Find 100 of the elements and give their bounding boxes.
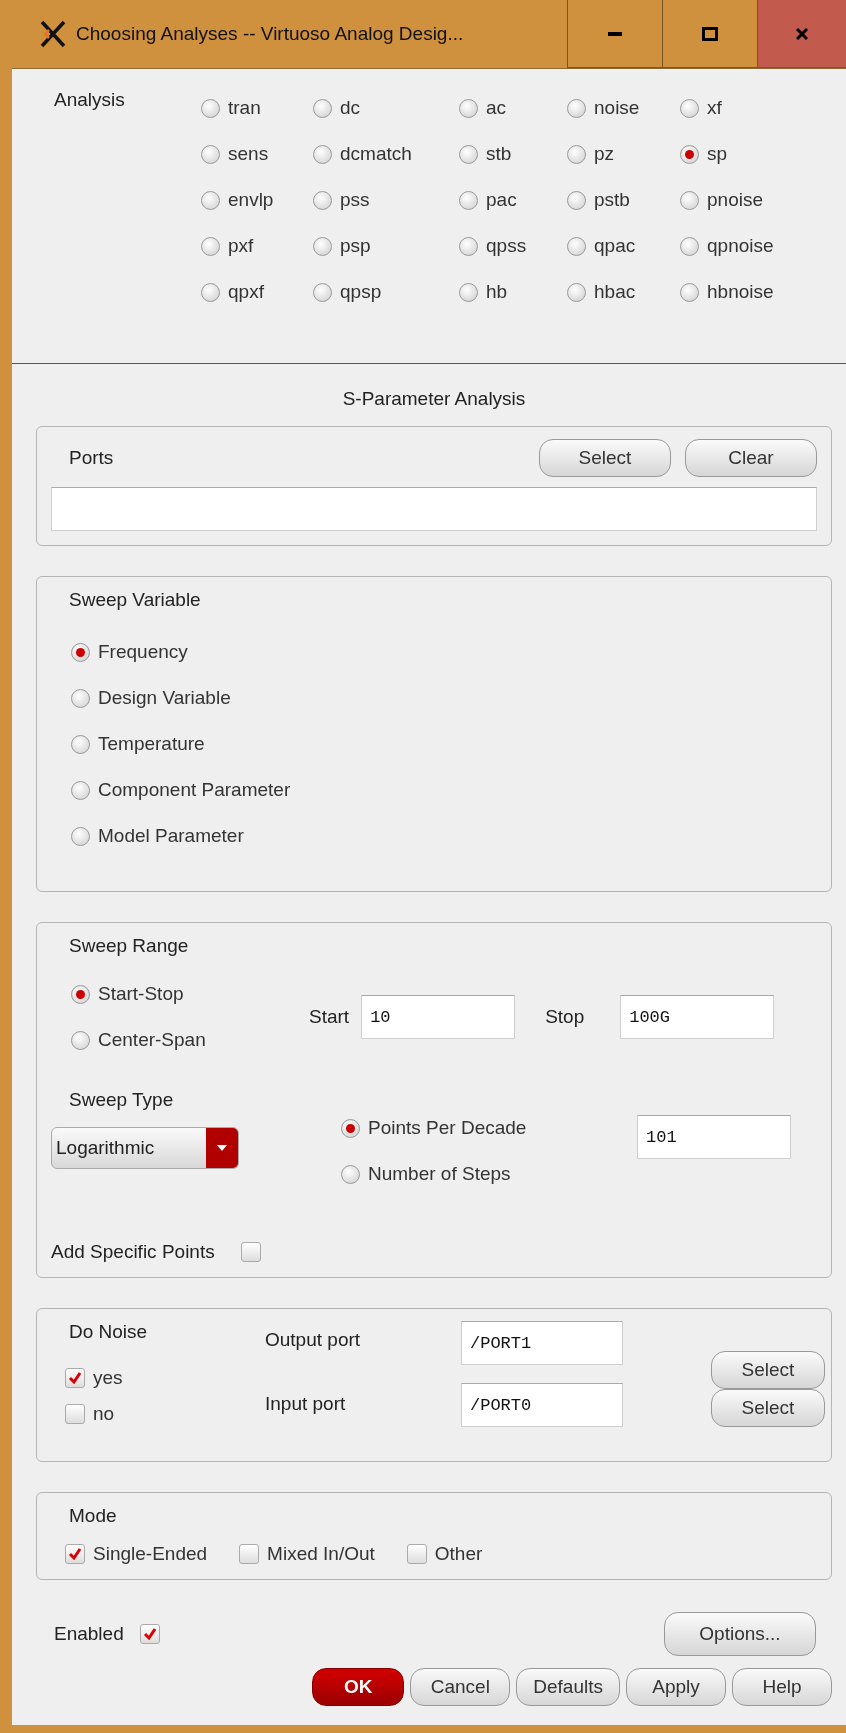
radio-label[interactable]: Design Variable <box>98 687 231 709</box>
radio-button[interactable] <box>313 144 332 164</box>
radio-label[interactable]: tran <box>228 97 261 119</box>
start-field[interactable]: 10 <box>361 995 516 1039</box>
radio-label[interactable]: qpss <box>486 235 527 257</box>
radio-label[interactable]: pxf <box>228 235 254 257</box>
radio-label[interactable]: Component Parameter <box>98 779 291 801</box>
checkbox-label[interactable]: Single-Ended <box>93 1543 208 1565</box>
radio-label[interactable]: Center-Span <box>98 1029 206 1051</box>
radio-button[interactable] <box>71 642 90 662</box>
radio-button[interactable] <box>680 282 699 302</box>
ports-button[interactable]: Clear <box>685 439 817 477</box>
radio-button[interactable] <box>341 1118 360 1138</box>
radio-button[interactable] <box>201 144 220 164</box>
radio-label[interactable]: pz <box>594 143 615 165</box>
radio-label[interactable]: Start-Stop <box>98 983 184 1005</box>
radio-label[interactable]: hbnoise <box>707 281 774 303</box>
radio-button[interactable] <box>313 236 332 256</box>
radio-button[interactable] <box>71 1030 90 1050</box>
sweep-type-label: Sweep Type <box>68 1089 175 1111</box>
radio-label[interactable]: qpac <box>594 235 636 257</box>
radio-button[interactable] <box>71 826 90 846</box>
radio-label[interactable]: Number of Steps <box>368 1163 511 1185</box>
radio-button[interactable] <box>680 98 699 118</box>
radio-label[interactable]: qpxf <box>228 281 264 303</box>
step-field[interactable]: 101 <box>637 1115 791 1159</box>
radio-button[interactable] <box>680 144 699 164</box>
radio-label[interactable]: pnoise <box>707 189 763 211</box>
checkbox-label[interactable]: Other <box>434 1543 483 1565</box>
radio-label[interactable]: dcmatch <box>340 143 412 165</box>
port-field[interactable]: /PORT0 <box>461 1383 623 1427</box>
radio-label[interactable]: Model Parameter <box>98 825 244 847</box>
radio-button[interactable] <box>71 734 90 754</box>
radio-label[interactable]: pac <box>486 189 517 211</box>
select-button[interactable]: Select <box>711 1351 825 1389</box>
radio-button[interactable] <box>459 144 478 164</box>
radio-label[interactable]: Points Per Decade <box>368 1117 527 1139</box>
radio-button[interactable] <box>201 282 220 302</box>
radio-label[interactable]: stb <box>486 143 512 165</box>
radio-button[interactable] <box>680 190 699 210</box>
radio-label[interactable]: hb <box>486 281 508 303</box>
radio-button[interactable] <box>459 98 478 118</box>
dialog-button[interactable]: Help <box>732 1668 832 1706</box>
options-button[interactable]: Options... <box>664 1612 816 1656</box>
radio-label[interactable]: qpnoise <box>707 235 774 257</box>
radio-label[interactable]: pstb <box>594 189 630 211</box>
radio-label[interactable]: ac <box>486 97 507 119</box>
stop-field[interactable]: 100G <box>620 995 775 1039</box>
radio-button[interactable] <box>567 144 586 164</box>
radio-label[interactable]: sp <box>707 143 728 165</box>
radio-button[interactable] <box>341 1164 360 1184</box>
radio-button[interactable] <box>71 984 90 1004</box>
checkbox[interactable] <box>139 1624 160 1644</box>
dialog-button[interactable]: OK <box>312 1668 405 1706</box>
radio-label[interactable]: psp <box>340 235 371 257</box>
port-field[interactable]: /PORT1 <box>461 1321 623 1365</box>
radio-label[interactable]: pss <box>340 189 370 211</box>
dialog-button[interactable]: Apply <box>626 1668 726 1706</box>
checkbox-label[interactable]: yes <box>93 1367 123 1389</box>
radio-button[interactable] <box>201 236 220 256</box>
select-button[interactable]: Select <box>711 1389 825 1427</box>
checkbox[interactable] <box>65 1544 85 1564</box>
radio-label[interactable]: Frequency <box>98 641 188 663</box>
radio-button[interactable] <box>459 282 478 302</box>
radio-label[interactable]: qpsp <box>340 281 382 303</box>
maximize-button[interactable] <box>662 0 757 68</box>
radio-label[interactable]: hbac <box>594 281 636 303</box>
radio-label[interactable]: noise <box>594 97 640 119</box>
radio-button[interactable] <box>567 190 586 210</box>
checkbox-label[interactable]: no <box>93 1403 115 1425</box>
radio-label[interactable]: envlp <box>228 189 274 211</box>
radio-button[interactable] <box>313 282 332 302</box>
radio-button[interactable] <box>567 282 586 302</box>
ports-button[interactable]: Select <box>539 439 671 477</box>
checkbox[interactable] <box>406 1544 427 1564</box>
checkbox[interactable] <box>65 1368 85 1388</box>
radio-label[interactable]: sens <box>228 143 269 165</box>
radio-button[interactable] <box>567 236 586 256</box>
radio-label[interactable]: dc <box>340 97 361 119</box>
radio-button[interactable] <box>71 688 90 708</box>
checkbox[interactable] <box>240 1242 261 1262</box>
radio-button[interactable] <box>71 780 90 800</box>
minimize-icon <box>608 31 622 36</box>
radio-button[interactable] <box>459 190 478 210</box>
radio-button[interactable] <box>567 98 586 118</box>
radio-button[interactable] <box>201 98 220 118</box>
dialog-button[interactable]: Cancel <box>410 1668 511 1706</box>
radio-button[interactable] <box>313 98 332 118</box>
checkbox-label[interactable]: Mixed In/Out <box>267 1543 375 1565</box>
radio-label[interactable]: Temperature <box>98 733 205 755</box>
radio-button[interactable] <box>313 190 332 210</box>
ports-field[interactable] <box>51 487 817 531</box>
radio-button[interactable] <box>680 236 699 256</box>
radio-label[interactable]: xf <box>707 97 722 119</box>
dialog-button[interactable]: Defaults <box>516 1668 620 1706</box>
checkbox[interactable] <box>65 1404 85 1424</box>
checkbox[interactable] <box>239 1544 260 1564</box>
radio-button[interactable] <box>201 190 220 210</box>
sweep-type-dropdown[interactable]: Logarithmic <box>51 1127 239 1169</box>
radio-button[interactable] <box>459 236 478 256</box>
